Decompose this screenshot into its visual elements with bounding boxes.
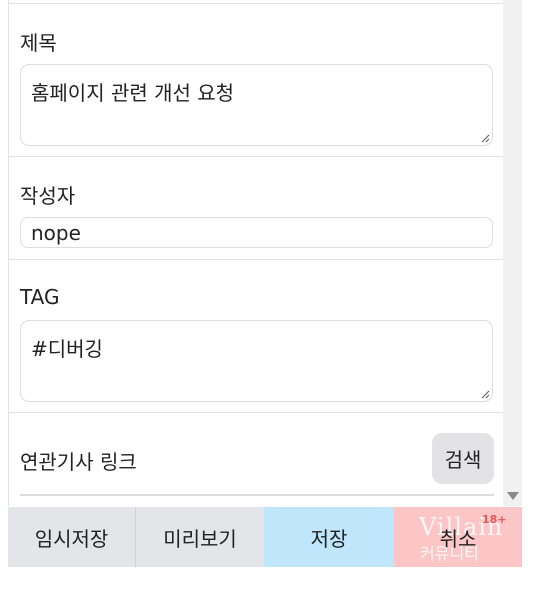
resize-handle-icon[interactable] [480, 389, 490, 399]
tag-label: TAG [20, 285, 60, 309]
temp-save-button[interactable]: 임시저장 [8, 507, 136, 567]
title-textarea[interactable]: 홈페이지 관련 개선 요청 [20, 64, 493, 146]
search-button[interactable]: 검색 [432, 433, 494, 484]
resize-handle-icon[interactable] [480, 133, 490, 143]
action-toolbar: 임시저장 미리보기 저장 Villain 18+ 커뮤니티 취소 [8, 507, 522, 567]
tag-textarea[interactable]: #디버깅 [20, 320, 493, 402]
post-form: 제목 홈페이지 관련 개선 요청 작성자 nope TAG #디버깅 연관기사 … [8, 0, 504, 506]
tag-value: #디버깅 [31, 337, 103, 361]
related-link-label: 연관기사 링크 [20, 450, 137, 474]
preview-button[interactable]: 미리보기 [136, 507, 264, 567]
cancel-label: 취소 [439, 526, 477, 551]
scroll-down-arrow-icon[interactable] [507, 492, 519, 500]
divider [9, 259, 504, 260]
author-input[interactable]: nope [20, 217, 493, 248]
title-label: 제목 [20, 31, 57, 55]
divider [9, 156, 504, 157]
divider [20, 494, 494, 496]
author-label: 작성자 [20, 184, 76, 208]
title-value: 홈페이지 관련 개선 요청 [31, 81, 235, 105]
watermark-badge: 18+ [482, 513, 507, 526]
divider [9, 412, 504, 413]
author-value: nope [31, 221, 81, 245]
save-button[interactable]: 저장 [264, 507, 394, 567]
scrollbar[interactable] [503, 0, 522, 506]
cancel-button[interactable]: Villain 18+ 커뮤니티 취소 [394, 507, 522, 567]
divider [9, 3, 504, 4]
